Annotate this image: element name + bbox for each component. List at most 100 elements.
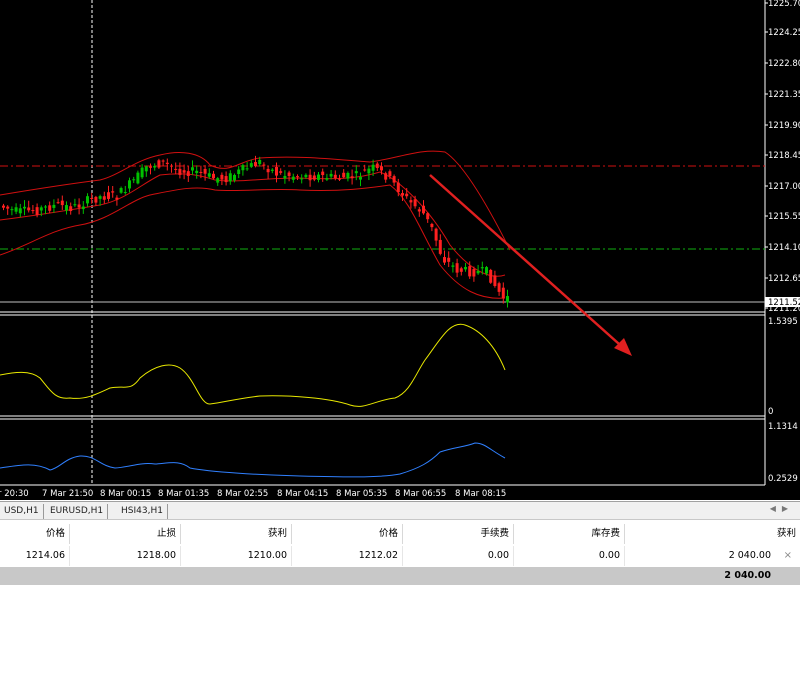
price-tick-label: 1212.65 xyxy=(768,274,800,284)
candle-body xyxy=(497,283,501,292)
candle-body xyxy=(94,196,98,203)
candle-body xyxy=(501,287,505,299)
candle-body xyxy=(165,162,169,165)
candle-body xyxy=(472,269,476,277)
header-stop-loss[interactable]: 止损 xyxy=(70,524,181,544)
bollinger-lower xyxy=(0,184,506,299)
candle-body xyxy=(90,197,94,199)
candle-body xyxy=(354,171,358,174)
candle-body xyxy=(363,169,367,171)
candle-body xyxy=(506,296,509,303)
time-tick-label: 8 Mar 08:15 xyxy=(455,489,506,499)
candle-body xyxy=(170,165,173,167)
candle-body xyxy=(178,168,182,175)
candle-body xyxy=(447,257,451,262)
candle-body xyxy=(52,204,56,208)
header-profit[interactable]: 获利 xyxy=(625,524,800,544)
time-tick-label: 8 Mar 06:55 xyxy=(395,489,446,499)
candle-body xyxy=(300,178,304,180)
price-chart[interactable]: 1225.70 1224.25 1222.80 1221.35 1219.90 1218.… xyxy=(0,0,800,500)
candle-body xyxy=(203,168,207,174)
candle-body xyxy=(161,160,165,162)
price-tick-label: 1218.45 xyxy=(768,151,800,161)
header-commission[interactable]: 手续费 xyxy=(403,524,514,544)
indicator1-line xyxy=(0,323,506,407)
candle-body xyxy=(65,205,68,211)
candle-body xyxy=(10,209,14,211)
price-tick-label: 1221.35 xyxy=(768,90,800,100)
tab-scroll-arrows[interactable]: ◀▶ xyxy=(770,504,794,513)
candle-body xyxy=(212,173,215,179)
candle-body xyxy=(254,162,257,167)
cell-profit: 2 040.00 xyxy=(728,550,771,561)
time-tick-label: 8 Mar 05:35 xyxy=(336,489,387,499)
candle-body xyxy=(329,173,333,177)
table-row[interactable]: 1214.06 1218.00 1210.00 1212.02 0.00 0.0… xyxy=(0,546,800,566)
cell-stop-loss: 1218.00 xyxy=(70,546,181,566)
candle-body xyxy=(35,207,39,215)
chart-canvas[interactable]: 1225.70 1224.25 1222.80 1221.35 1219.90 1218.… xyxy=(0,0,800,500)
time-tick-label: r 20:30 xyxy=(0,489,29,499)
candle-body xyxy=(56,202,60,204)
price-tick-label: 1225.70 xyxy=(768,0,800,9)
candle-body xyxy=(308,174,312,181)
candle-body xyxy=(111,191,115,193)
tab-eurusd-h1[interactable]: EURUSD,H1 xyxy=(46,504,109,519)
candle-body xyxy=(493,275,497,286)
tab-usd-h1[interactable]: USD,H1 xyxy=(0,504,44,519)
candle-body xyxy=(342,172,346,178)
indicator2-axis-bottom: 0.2529 xyxy=(768,474,798,484)
candle-body xyxy=(401,193,404,196)
candle-body xyxy=(359,176,362,180)
candle-body xyxy=(304,174,308,178)
candle-body xyxy=(245,168,249,170)
candle-body xyxy=(86,196,89,204)
candle-body xyxy=(434,228,438,241)
candle-body xyxy=(275,167,278,176)
candle-body xyxy=(371,164,375,171)
candle-body xyxy=(207,173,211,177)
candle-body xyxy=(443,257,446,263)
candle-body xyxy=(233,174,236,181)
candle-body xyxy=(296,176,299,178)
tab-hsi43-h1[interactable]: HSI43,H1 xyxy=(117,504,168,519)
candle-body xyxy=(195,170,199,174)
header-swap[interactable]: 库存费 xyxy=(514,524,625,544)
candle-body xyxy=(438,239,442,254)
candle-body xyxy=(380,166,383,171)
candle-body xyxy=(149,166,152,168)
candle-body xyxy=(220,174,224,180)
header-current-price[interactable]: 价格 xyxy=(292,524,403,544)
close-order-icon[interactable]: × xyxy=(784,546,792,566)
candle-body xyxy=(228,173,232,182)
time-tick-label: 7 Mar 21:50 xyxy=(42,489,93,499)
candle-body xyxy=(283,175,287,179)
cell-take-profit: 1210.00 xyxy=(181,546,292,566)
candle-body xyxy=(367,168,371,174)
candle-body xyxy=(480,267,484,269)
candle-body xyxy=(48,205,52,211)
candle-body xyxy=(405,193,409,197)
candle-body xyxy=(325,178,329,180)
candle-body xyxy=(279,171,283,173)
candle-body xyxy=(119,188,123,193)
header-take-profit[interactable]: 获利 xyxy=(181,524,292,544)
annotation-arrow xyxy=(429,174,629,353)
cell-swap: 0.00 xyxy=(514,546,625,566)
price-tick-label: 1224.25 xyxy=(768,28,800,38)
candle-body xyxy=(102,196,106,200)
candle-body xyxy=(350,176,354,179)
header-price[interactable]: 价格 xyxy=(0,524,70,544)
candle-body xyxy=(333,174,337,178)
candle-body xyxy=(73,204,77,206)
candle-body xyxy=(262,164,266,166)
candle-body xyxy=(409,200,413,203)
candle-body xyxy=(199,171,203,173)
time-tick-label: 8 Mar 01:35 xyxy=(158,489,209,499)
candle-body xyxy=(464,266,467,270)
candle-body xyxy=(270,169,274,171)
candle-body xyxy=(426,213,430,220)
candle-body xyxy=(191,167,194,171)
candle-body xyxy=(144,166,148,172)
candle-body xyxy=(388,171,392,177)
